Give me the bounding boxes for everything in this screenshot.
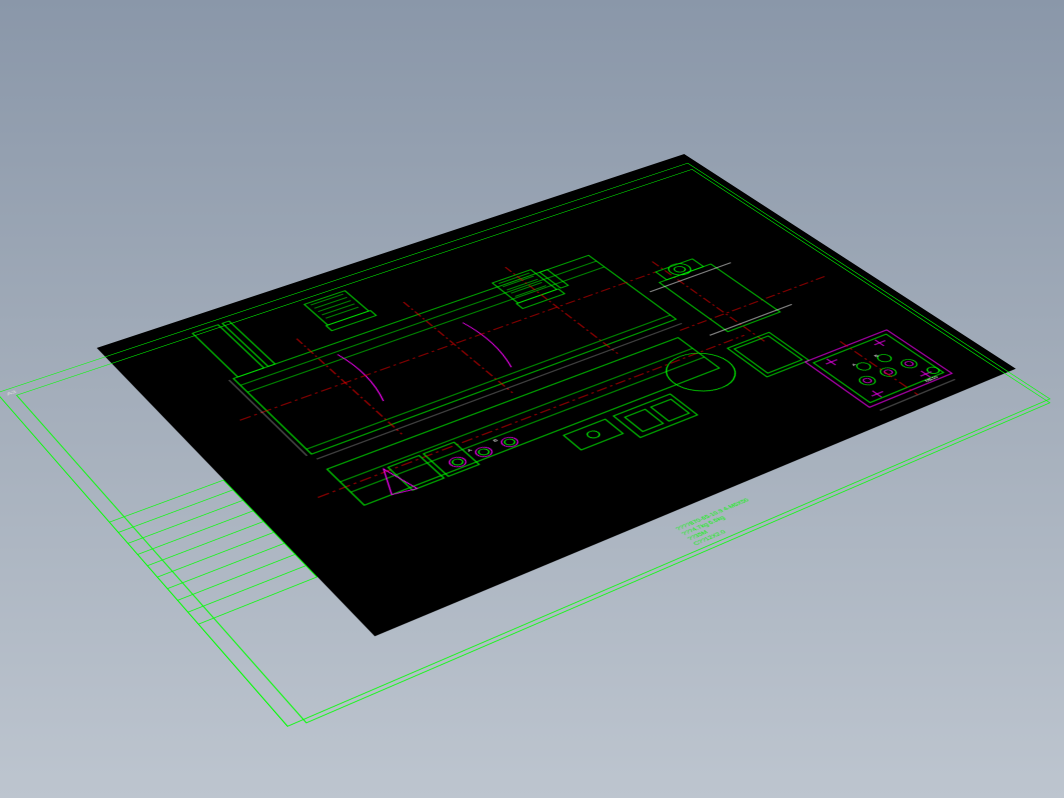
label-b-detail: B xyxy=(873,354,881,358)
tb-row xyxy=(177,554,306,612)
bracket-detail-left: A B xyxy=(388,425,525,490)
tb-row xyxy=(137,511,264,566)
tb-row xyxy=(128,500,254,555)
drawing-notes: ????870-65-10.9 4-M6X50 ???4.7kg 6.6kg ?… xyxy=(674,497,769,547)
tb-row xyxy=(157,532,285,589)
note-line-1: ????870-65-10.9 4-M6X50 xyxy=(674,497,751,532)
title-block xyxy=(109,480,318,625)
detail-block: A B ME10 xyxy=(805,330,958,412)
note-line-2: ???4.7kg 6.6kg xyxy=(680,502,757,537)
tb-row xyxy=(109,480,234,533)
cad-drawing: A B xyxy=(97,154,1016,636)
note-line-4: C??12X2.0 xyxy=(692,512,770,548)
finned-block-1 xyxy=(303,290,377,331)
tb-row xyxy=(167,543,296,600)
note-line-3: ??35M xyxy=(686,507,763,542)
tb-row xyxy=(188,566,318,625)
tb-row xyxy=(147,522,274,578)
drawing-sheet: A3 ????870-65-10.9 4-M6X50 ???4.7kg 6.6k… xyxy=(0,161,1064,741)
label-me10: ME10 xyxy=(924,375,941,383)
isometric-container: A3 ????870-65-10.9 4-M6X50 ???4.7kg 6.6k… xyxy=(0,161,1064,741)
label-a-detail: A xyxy=(851,362,860,367)
viewport-3d: A3 ????870-65-10.9 4-M6X50 ???4.7kg 6.6k… xyxy=(0,0,1064,798)
label-b: B xyxy=(492,438,500,443)
tb-row xyxy=(118,490,244,544)
label-a: A xyxy=(466,448,475,453)
bracket-detail-right xyxy=(613,394,697,438)
